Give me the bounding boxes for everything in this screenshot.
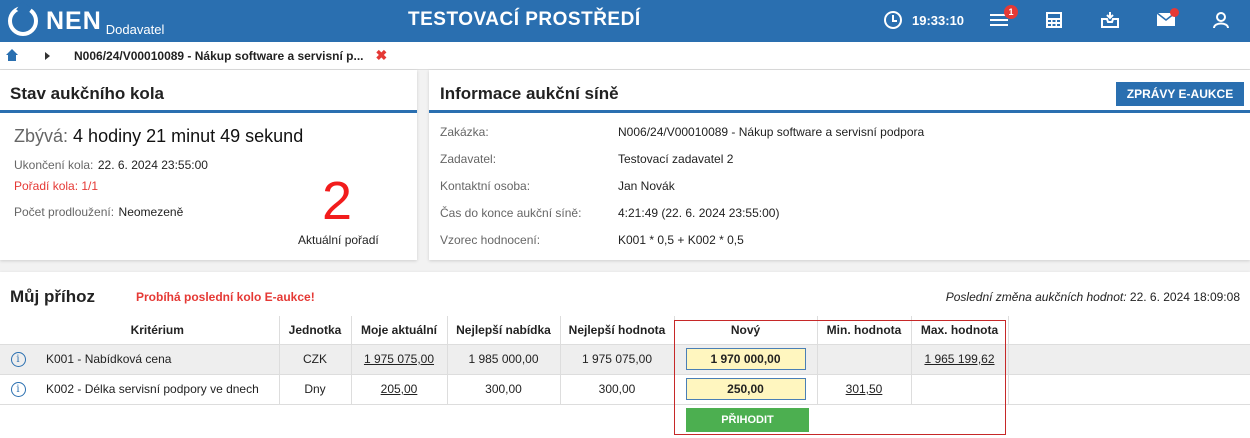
home-icon[interactable]	[5, 48, 19, 63]
column-header: Jednotka	[279, 316, 352, 345]
auction-info-title: Informace aukční síně	[440, 84, 619, 103]
calculator-icon[interactable]	[1045, 11, 1067, 31]
close-tab-icon[interactable]: ✖	[376, 47, 388, 64]
info-label: Čas do konce aukční síně:	[440, 206, 582, 220]
info-label: Kontaktní osoba:	[440, 179, 531, 193]
info-label: Zakázka:	[440, 125, 489, 139]
my-bid-panel: Můj příhoz Probíhá poslední kolo E-aukce…	[0, 272, 1250, 438]
notification-badge: 1	[1004, 5, 1018, 19]
round-end: Ukončení kola: 22. 6. 2024 23:55:00	[14, 158, 208, 172]
clock-icon	[884, 11, 902, 29]
round-order: Pořadí kola: 1/1	[14, 179, 99, 193]
info-value: K001 * 0,5 + K002 * 0,5	[618, 233, 744, 247]
info-label: Vzorec hodnocení:	[440, 233, 541, 247]
best-offer-cell: 1 985 000,00	[447, 344, 561, 375]
info-label: Zadavatel:	[440, 152, 497, 166]
title-underline	[0, 110, 417, 113]
mail-icon[interactable]	[1156, 8, 1179, 31]
column-header: Nejlepší nabídka	[447, 316, 561, 345]
unit-cell: CZK	[279, 344, 352, 375]
logo[interactable]: NEN Dodavatel	[8, 5, 164, 37]
criterion-cell: K001 - Nabídková cena	[36, 344, 280, 375]
my-current-link[interactable]: 205,00	[351, 374, 448, 405]
my-bid-title: Můj příhoz	[10, 287, 95, 306]
info-value: N006/24/V00010089 - Nákup software a ser…	[618, 125, 925, 139]
table-row: i K001 - Nabídková cena CZK 1 975 075,00…	[0, 344, 1250, 375]
column-header: Moje aktuální	[351, 316, 448, 345]
remaining-time: Zbývá: 4 hodiny 21 minut 49 sekund	[14, 126, 303, 147]
info-value: 4:21:49 (22. 6. 2024 23:55:00)	[618, 206, 780, 220]
remaining-label: Zbývá:	[14, 126, 69, 146]
best-offer-cell: 300,00	[447, 374, 561, 405]
messages-button[interactable]: ZPRÁVY E-AUKCE	[1116, 82, 1244, 106]
last-change: Poslední změna aukčních hodnot: 22. 6. 2…	[945, 290, 1240, 304]
remaining-value: 4 hodiny 21 minut 49 sekund	[73, 126, 304, 146]
round-status-panel: Stav aukčního kola Zbývá: 4 hodiny 21 mi…	[0, 70, 417, 260]
clock-time: 19:33:10	[912, 12, 965, 28]
place-bid-button[interactable]: PŘIHODIT	[686, 408, 809, 432]
last-round-warning: Probíhá poslední kolo E-aukce!	[136, 290, 315, 304]
column-header: Kritérium	[36, 316, 280, 345]
inbox-icon[interactable]	[1100, 11, 1122, 31]
auction-info-panel: Informace aukční síně ZPRÁVY E-AUKCE Zak…	[429, 70, 1250, 260]
extensions-count: Počet prodloužení: Neomezeně	[14, 205, 184, 219]
info-icon[interactable]: i	[10, 352, 26, 367]
breadcrumb-tab[interactable]: N006/24/V00010089 - Nákup software a ser…	[74, 49, 364, 63]
menu-icon[interactable]: 1	[990, 5, 1018, 31]
round-status-title: Stav aukčního kola	[10, 84, 164, 103]
user-icon[interactable]	[1212, 11, 1234, 31]
mail-unread-dot	[1170, 8, 1179, 17]
best-value-cell: 1 975 075,00	[560, 344, 675, 375]
breadcrumb: N006/24/V00010089 - Nákup software a ser…	[0, 42, 1250, 70]
current-rank-label: Aktuální pořadí	[298, 233, 379, 247]
info-icon[interactable]: i	[10, 382, 26, 397]
session-clock: 19:33:10	[884, 11, 964, 29]
environment-title: TESTOVACÍ PROSTŘEDÍ	[408, 9, 641, 30]
current-rank: 2	[322, 171, 353, 231]
logo-icon	[8, 6, 38, 36]
best-value-cell: 300,00	[560, 374, 675, 405]
info-value: Testovací zadavatel 2	[618, 152, 734, 166]
logo-text: NEN	[46, 6, 102, 35]
info-value: Jan Novák	[618, 179, 675, 193]
column-header: Nejlepší hodnota	[560, 316, 675, 345]
criterion-cell: K002 - Délka servisní podpory ve dnech	[36, 374, 280, 405]
table-row: i K002 - Délka servisní podpory ve dnech…	[0, 374, 1250, 405]
my-current-link[interactable]: 1 975 075,00	[351, 344, 448, 375]
unit-cell: Dny	[279, 374, 352, 405]
top-bar: NEN Dodavatel TESTOVACÍ PROSTŘEDÍ 19:33:…	[0, 0, 1250, 42]
bid-table: Kritérium Jednotka Moje aktuální Nejlepš…	[0, 316, 1250, 405]
title-underline	[429, 110, 1250, 113]
table-header-row: Kritérium Jednotka Moje aktuální Nejlepš…	[0, 316, 1250, 345]
chevron-right-icon	[45, 51, 50, 60]
logo-subtitle: Dodavatel	[105, 21, 165, 37]
